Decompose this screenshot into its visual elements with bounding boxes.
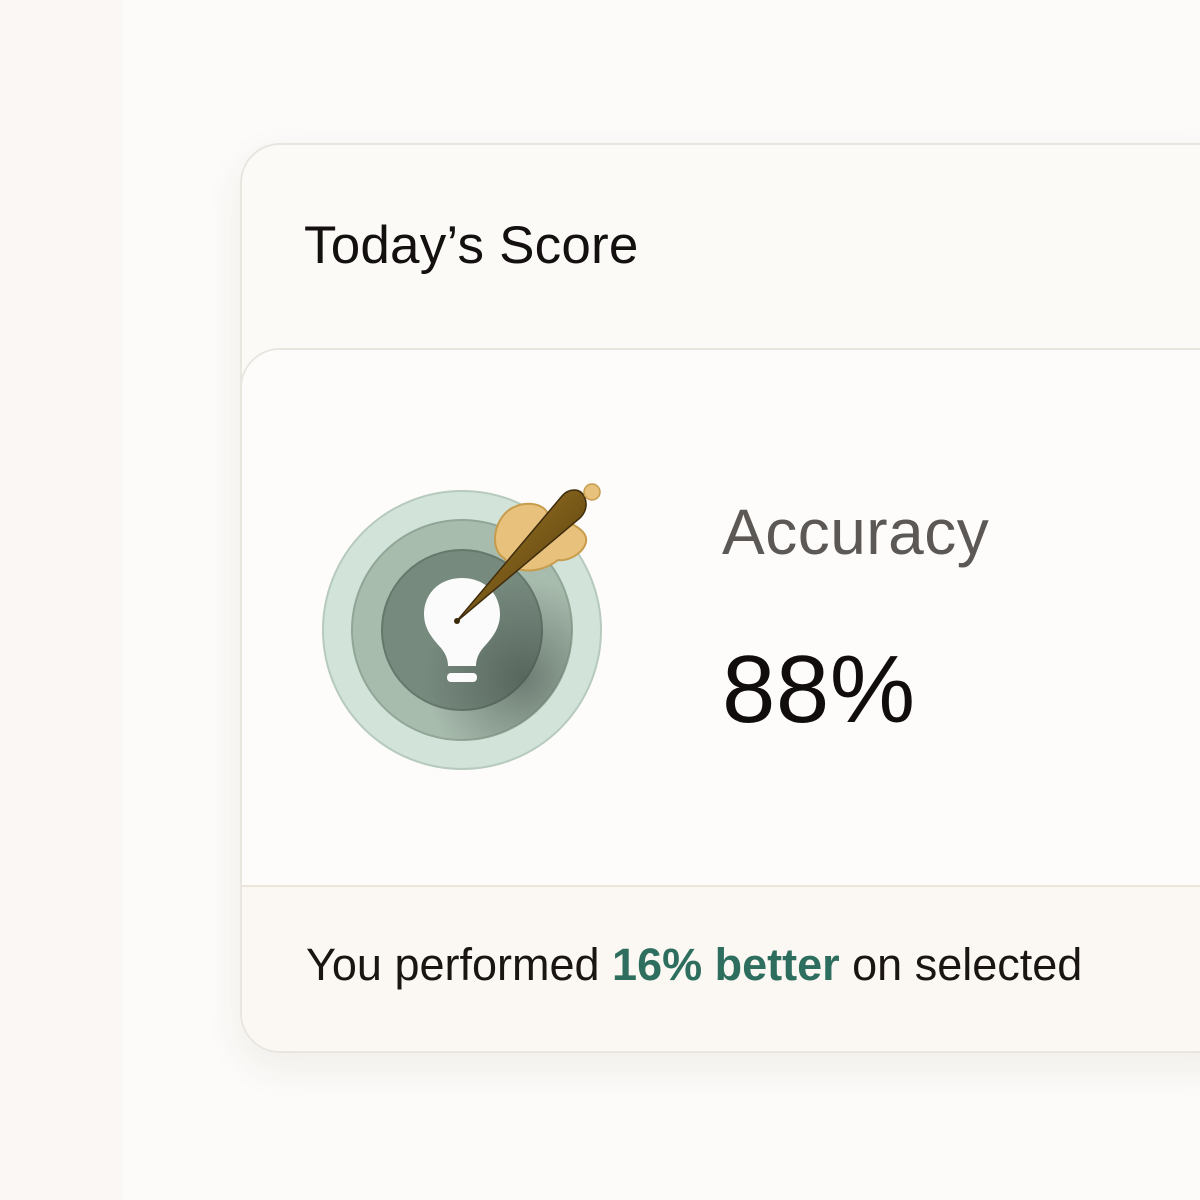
comparison-suffix: on selected: [839, 939, 1083, 990]
accuracy-metric: Accuracy 88%: [242, 350, 1200, 887]
score-panel: Accuracy 88% You performed 16% better on…: [242, 348, 1200, 1051]
metric-label: Accuracy: [722, 496, 990, 568]
metric-value: 88%: [722, 636, 916, 743]
target-dart-icon: [322, 483, 602, 770]
todays-score-card: Today’s Score Accuracy 88% You performed…: [240, 143, 1200, 1053]
comparison-highlight: 16% better: [612, 939, 840, 990]
left-sidebar-strip: [0, 0, 123, 1200]
comparison-text: You performed 16% better on selected: [306, 939, 1082, 991]
comparison-footer: You performed 16% better on selected: [242, 887, 1200, 1051]
card-title: Today’s Score: [304, 216, 639, 275]
comparison-prefix: You performed: [306, 939, 613, 990]
